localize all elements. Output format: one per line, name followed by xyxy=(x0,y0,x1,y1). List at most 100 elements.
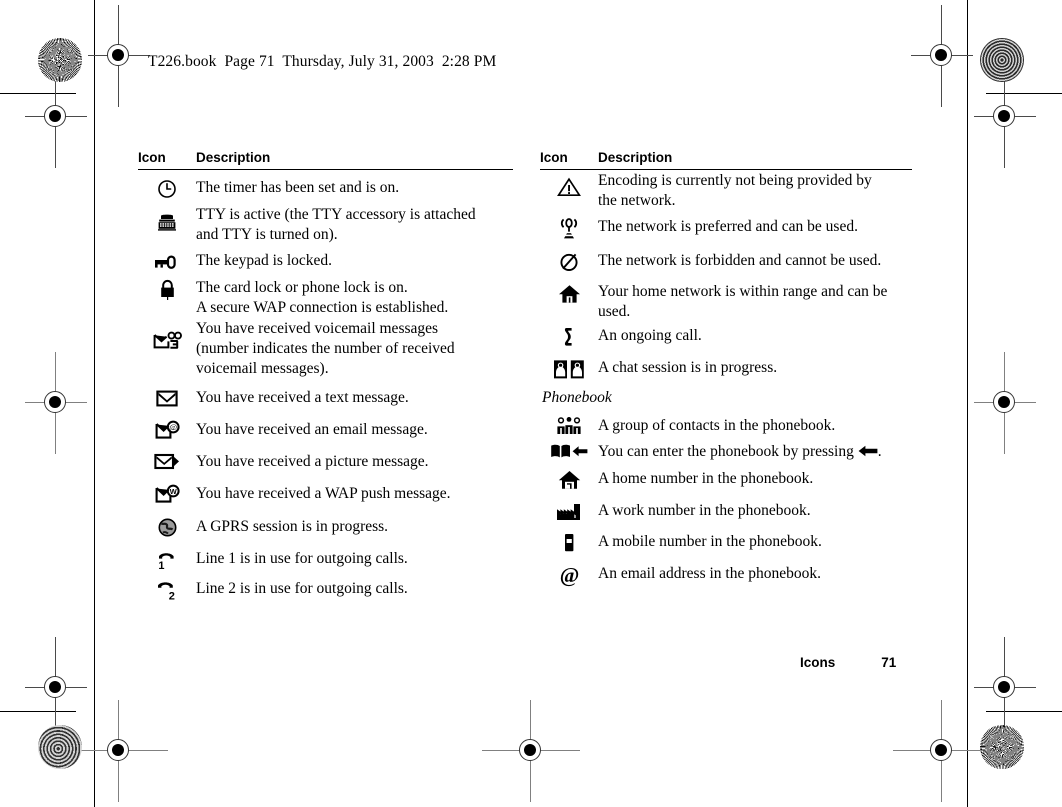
registration-mark-middle-right xyxy=(974,352,1036,454)
picture-message-icon xyxy=(138,451,196,471)
warning-triangle-icon xyxy=(540,170,598,197)
svg-text:2: 2 xyxy=(169,590,175,602)
footer-page-number: 71 xyxy=(881,655,897,670)
table-row: 1 Line 1 is in use for outgoing calls. xyxy=(138,548,513,572)
table-row-description: A work number in the phonebook. xyxy=(598,502,811,519)
right-table-header-icon: Icon xyxy=(540,150,568,165)
registration-mark-top-right xyxy=(911,5,973,107)
group-of-contacts-icon xyxy=(540,415,598,435)
registration-mark-inner-top-left xyxy=(25,66,87,168)
table-row: Your home network is within range and ca… xyxy=(540,281,912,322)
line-2-handset-icon: 2 xyxy=(138,578,196,602)
table-row-description: A group of contacts in the phonebook. xyxy=(598,415,912,436)
trim-rule-bottom-right-horizontal xyxy=(986,711,1062,712)
table-row: A work number in the phonebook. xyxy=(540,500,912,521)
table-row-description: You have received a picture message. xyxy=(196,453,429,470)
table-row-description: Encoding is currently not being provided… xyxy=(598,172,872,209)
open-book-arrow-icon xyxy=(540,441,598,459)
trim-rule-bottom-left-horizontal xyxy=(0,711,76,712)
chat-session-icon xyxy=(540,357,598,380)
table-row-description: You have received an email message. xyxy=(196,421,428,438)
table-row: The timer has been set and is on. xyxy=(138,177,513,199)
registration-mark-inner-bottom-left xyxy=(25,637,87,739)
table-row: TTY is active (the TTY accessory is atta… xyxy=(138,204,513,245)
svg-text:W: W xyxy=(169,487,176,496)
ongoing-call-handset-icon xyxy=(540,325,598,347)
table-row: You have received voicemail messages (nu… xyxy=(138,318,513,379)
svg-text:@: @ xyxy=(169,422,177,432)
table-row: The card lock or phone lock is on. A sec… xyxy=(138,277,513,318)
table-row: A GPRS session is in progress. xyxy=(138,516,513,537)
registration-mark-middle-left xyxy=(25,352,87,454)
table-row: @ You have received an email message. xyxy=(138,419,513,440)
table-row: The network is preferred and can be used… xyxy=(540,216,912,240)
table-row: W You have received a WAP push message. xyxy=(138,483,513,504)
text-message-envelope-icon xyxy=(138,387,196,407)
table-row: You have received a picture message. xyxy=(138,451,513,472)
phonebook-subsection-title: Phonebook xyxy=(542,389,612,406)
page-footer: Icons 71 xyxy=(800,655,896,670)
svg-text:1: 1 xyxy=(158,560,164,572)
registration-mark-bottom-center xyxy=(482,700,580,802)
home-network-house-icon xyxy=(540,281,598,304)
table-row-description: You can enter the phonebook by pressing … xyxy=(598,441,912,462)
left-table-header-row: Icon Description xyxy=(138,150,513,169)
table-row: A home number in the phonebook. xyxy=(540,468,912,490)
table-row-description: An email address in the phonebook. xyxy=(598,565,821,582)
table-row: A group of contacts in the phonebook. xyxy=(540,415,912,436)
wap-push-message-icon: W xyxy=(138,483,196,504)
table-row: A chat session is in progress. xyxy=(540,357,912,380)
trim-rule-left-vertical xyxy=(94,0,95,807)
table-row: You have received a text message. xyxy=(138,387,513,408)
table-row: A mobile number in the phonebook. xyxy=(540,531,912,552)
table-row: You can enter the phonebook by pressing … xyxy=(540,441,912,462)
phonebook-entry-instruction: You can enter the phonebook by pressing … xyxy=(598,443,882,460)
color-density-rosette-top-left xyxy=(38,38,82,82)
email-address-at-icon: @ xyxy=(540,563,598,587)
voicemail-envelope-icon xyxy=(138,318,196,351)
table-row-description: Line 1 is in use for outgoing calls. xyxy=(196,550,408,567)
right-table-header-row: Icon Description xyxy=(540,150,912,169)
table-row-description: TTY is active (the TTY accessory is atta… xyxy=(196,206,476,243)
table-row-description: You have received voicemail messages (nu… xyxy=(196,320,455,377)
registration-mark-top-left xyxy=(88,5,150,107)
padlock-icon xyxy=(138,277,196,300)
table-row-description: An ongoing call. xyxy=(598,327,702,344)
table-row-description: You have received a text message. xyxy=(196,389,409,406)
table-row-description: The network is preferred and can be used… xyxy=(598,218,858,235)
table-row: An ongoing call. xyxy=(540,325,912,347)
table-row-description: The timer has been set and is on. xyxy=(196,179,400,196)
timer-clock-icon xyxy=(138,177,196,199)
table-row-description: The keypad is locked. xyxy=(196,252,333,269)
table-row: Encoding is currently not being provided… xyxy=(540,170,912,211)
home-number-house-icon xyxy=(540,468,598,490)
color-density-rosette-bottom-left xyxy=(38,725,82,769)
trim-rule-top-right-horizontal xyxy=(986,93,1062,94)
table-row: The keypad is locked. xyxy=(138,250,513,271)
table-row-description: A chat session is in progress. xyxy=(598,359,778,376)
gprs-globe-icon xyxy=(138,516,196,537)
color-density-rosette-top-right xyxy=(980,38,1024,82)
registration-mark-bottom-right xyxy=(893,700,991,802)
key-keypad-lock-icon xyxy=(138,250,196,269)
network-preferred-antenna-icon xyxy=(540,216,598,240)
tty-telephone-icon xyxy=(138,204,196,231)
table-row-description: You have received a WAP push message. xyxy=(196,485,451,502)
color-density-rosette-bottom-right xyxy=(980,725,1024,769)
line-1-handset-icon: 1 xyxy=(138,548,196,572)
table-row: 2 Line 2 is in use for outgoing calls. xyxy=(138,578,513,602)
registration-mark-inner-bottom-right xyxy=(974,637,1036,739)
table-row-description: The network is forbidden and cannot be u… xyxy=(598,252,882,269)
right-icon-table: Icon Description Encoding is currently n… xyxy=(540,150,912,587)
table-row-description: A home number in the phonebook. xyxy=(598,470,814,487)
registration-mark-inner-top-right xyxy=(974,66,1036,168)
book-header-line: T226.book Page 71 Thursday, July 31, 200… xyxy=(148,53,497,70)
left-table-header-description: Description xyxy=(196,150,271,165)
left-table-header-icon: Icon xyxy=(138,150,166,165)
trim-rule-top-left-horizontal xyxy=(0,93,76,94)
footer-section-name: Icons xyxy=(800,655,836,670)
right-table-header-description: Description xyxy=(598,150,673,165)
table-row-description: A mobile number in the phonebook. xyxy=(598,533,822,550)
table-row-description-text: A group of contacts in the phonebook. xyxy=(598,417,836,434)
table-row-description: The card lock or phone lock is on. A sec… xyxy=(196,279,449,316)
